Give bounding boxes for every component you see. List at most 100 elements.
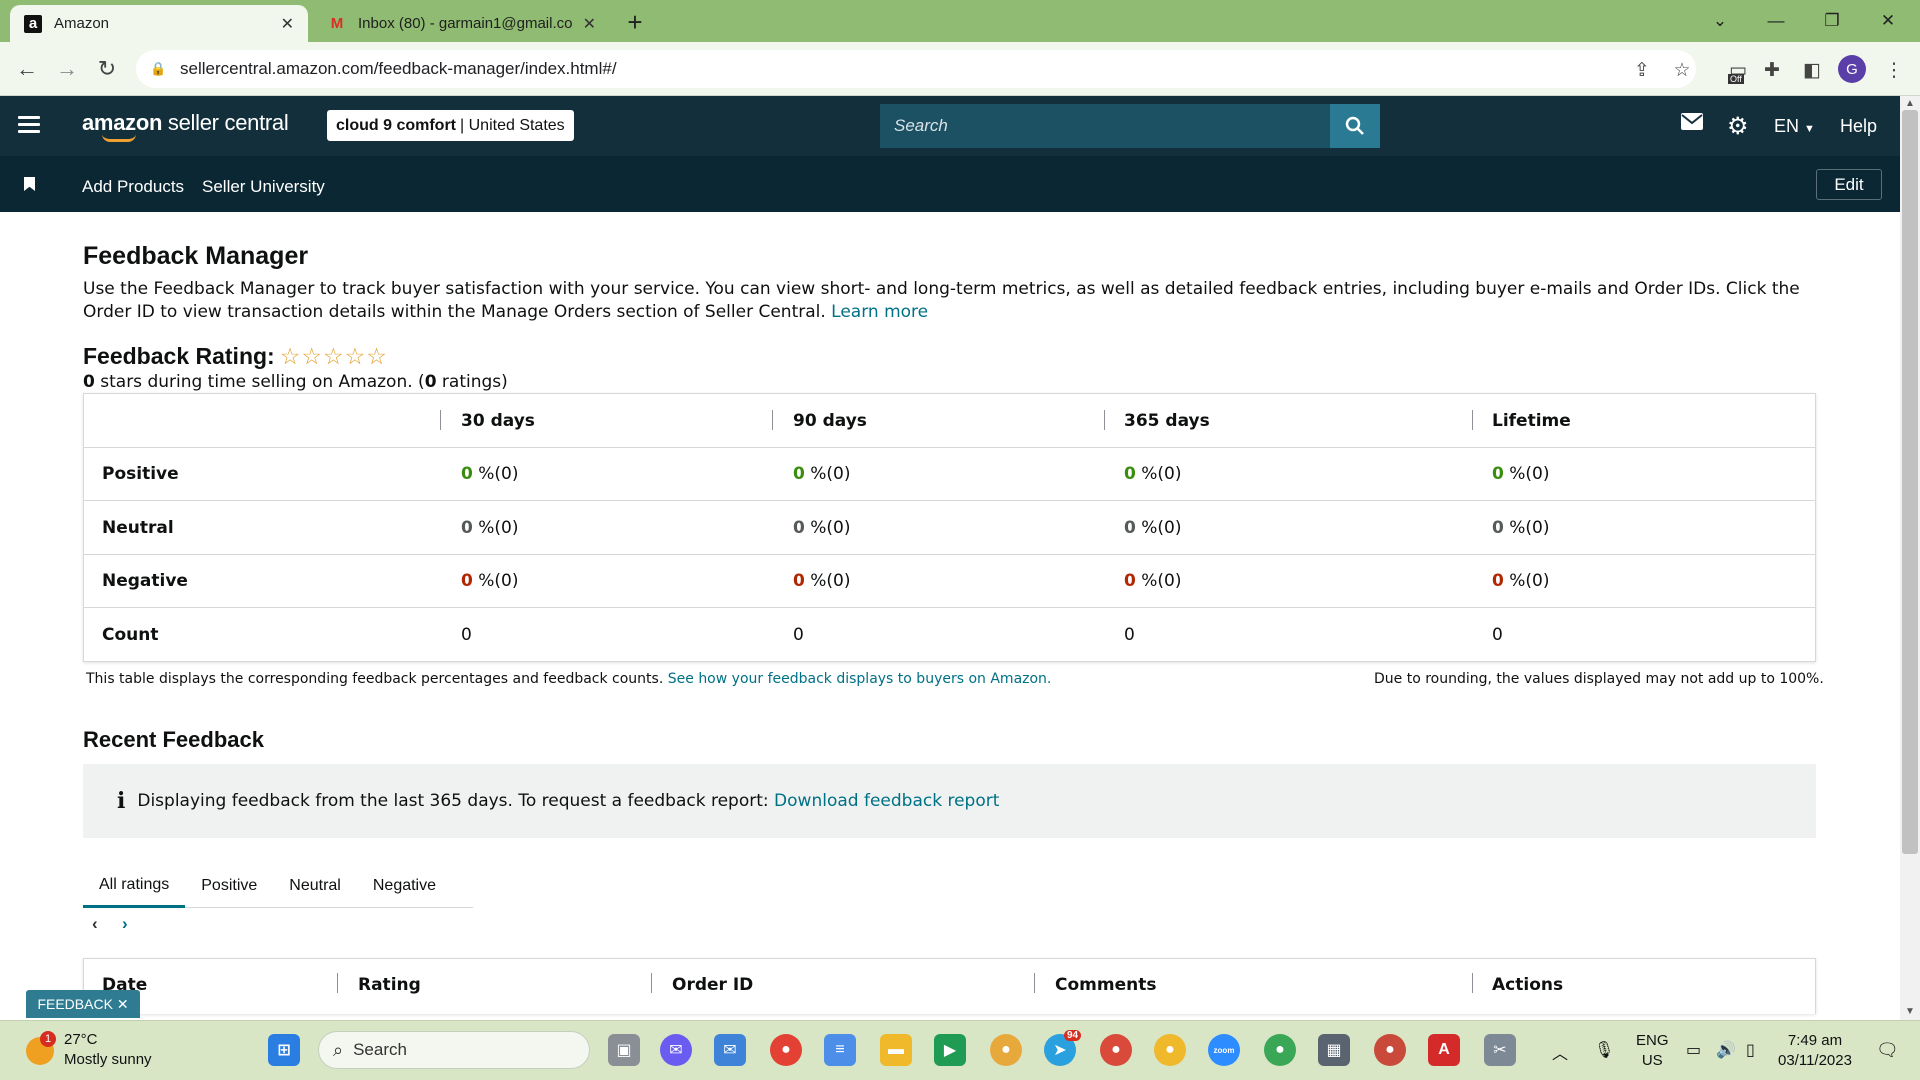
notifications-icon[interactable]: 🗨 [1876, 1040, 1899, 1061]
amazon-favicon-icon: a [24, 14, 42, 33]
tab-negative[interactable]: Negative [357, 864, 452, 908]
snipping-tool-icon[interactable]: ✂ [1484, 1034, 1516, 1066]
profile-avatar[interactable]: G [1838, 55, 1866, 83]
table-cell: 0 %(0) [1492, 517, 1550, 538]
reload-icon[interactable]: ↻ [92, 54, 122, 84]
extension-off-icon[interactable]: Off ▭ [1724, 58, 1752, 84]
close-window-icon[interactable]: ✕ [1860, 0, 1916, 42]
forward-arrow-icon[interactable]: → [52, 54, 82, 84]
tab-search-chevron-icon[interactable]: ⌄ [1692, 0, 1748, 42]
notepad-icon[interactable]: ≡ [824, 1034, 856, 1066]
chrome-profile-icon[interactable]: ● [1264, 1034, 1296, 1066]
chrome-icon[interactable]: ● [770, 1034, 802, 1066]
column-header: Lifetime [1492, 410, 1571, 431]
back-arrow-icon[interactable]: ← [12, 54, 42, 84]
tab-gmail[interactable]: M Inbox (80) - garmain1@gmail.co ✕ [314, 5, 610, 42]
close-tab-icon[interactable]: ✕ [583, 14, 596, 34]
tab-title: Amazon [54, 15, 110, 32]
tab-title: Inbox (80) - garmain1@gmail.co [358, 15, 573, 32]
acrobat-icon[interactable]: A [1428, 1034, 1460, 1066]
url-bar[interactable]: 🔒 sellercentral.amazon.com/feedback-mana… [136, 50, 1696, 88]
task-view-icon[interactable]: ▣ [608, 1034, 640, 1066]
tab-positive[interactable]: Positive [185, 864, 273, 908]
microphone-icon[interactable]: 🎙 [1594, 1040, 1614, 1060]
seller-central-logo[interactable]: amazon seller central [82, 110, 289, 142]
search-button[interactable] [1330, 104, 1380, 148]
table-row-neutral: Neutral 0 %(0) 0 %(0) 0 %(0) 0 %(0) [84, 501, 1815, 555]
rating-filter-tabs: All ratings Positive Neutral Negative [83, 864, 473, 908]
scrollbar-thumb[interactable] [1902, 110, 1918, 854]
previous-page-icon[interactable]: ‹ [92, 914, 98, 934]
rating-stars-icon: ☆☆☆☆☆ [279, 343, 388, 369]
volume-icon[interactable]: 🔊 [1716, 1040, 1736, 1060]
messenger-icon[interactable]: ✉ [660, 1034, 692, 1066]
learn-more-link[interactable]: Learn more [831, 302, 928, 322]
table-cell: 0 %(0) [1492, 571, 1550, 591]
chrome-profile-icon[interactable]: ● [1100, 1034, 1132, 1066]
edit-nav-button[interactable]: Edit [1816, 169, 1882, 200]
table-cell: 0 [1492, 624, 1503, 645]
side-panel-icon[interactable]: ◧ [1800, 58, 1824, 82]
url-text: sellercentral.amazon.com/feedback-manage… [180, 59, 617, 78]
battery-icon[interactable]: ▯ [1746, 1040, 1755, 1060]
header-search[interactable]: Search [880, 104, 1380, 148]
feedback-table: 30 days 90 days 365 days Lifetime Positi… [83, 393, 1816, 662]
table-cell: 0 [1124, 624, 1135, 645]
next-page-icon[interactable]: › [122, 914, 128, 934]
share-icon[interactable]: ⇪ [1630, 58, 1654, 82]
nav-add-products[interactable]: Add Products [82, 177, 184, 197]
file-explorer-icon[interactable]: ▬ [880, 1034, 912, 1066]
table-row-positive: Positive 0 %(0) 0 %(0) 0 %(0) 0 %(0) [84, 448, 1815, 501]
browser-menu-icon[interactable]: ⋮ [1882, 58, 1906, 82]
network-icon[interactable]: ▭ [1686, 1040, 1701, 1060]
close-tab-icon[interactable]: ✕ [281, 14, 294, 34]
calculator-icon[interactable]: ▦ [1318, 1034, 1350, 1066]
taskbar-search[interactable]: ⌕ Search [318, 1031, 590, 1069]
tray-chevron-icon[interactable]: ︿ [1552, 1040, 1568, 1064]
recent-feedback-title: Recent Feedback [83, 727, 264, 752]
language-indicator[interactable]: ENG US [1636, 1031, 1669, 1071]
gmail-favicon-icon: M [330, 15, 344, 32]
table-note: This table displays the corresponding fe… [86, 671, 1052, 687]
store-selector[interactable]: cloud 9 comfort | United States [327, 110, 574, 141]
search-icon [1345, 116, 1364, 135]
nav-seller-university[interactable]: Seller University [202, 177, 325, 197]
feedback-display-link[interactable]: See how your feedback displays to buyers… [668, 671, 1052, 687]
extensions-puzzle-icon[interactable]: ✚ [1760, 58, 1784, 82]
chrome-profile-icon[interactable]: ● [1154, 1034, 1186, 1066]
column-header: Comments [1055, 975, 1157, 995]
scroll-down-icon[interactable]: ▼ [1900, 1004, 1920, 1018]
clock[interactable]: 7:49 am 03/11/2023 [1778, 1031, 1852, 1071]
mail-app-icon[interactable]: ✉ [714, 1034, 746, 1066]
scroll-up-icon[interactable]: ▲ [1900, 96, 1920, 110]
zoom-icon[interactable]: zoom [1208, 1034, 1240, 1066]
minimize-icon[interactable]: — [1748, 0, 1804, 42]
bookmark-star-icon[interactable]: ☆ [1670, 58, 1694, 82]
hamburger-menu-icon[interactable] [18, 116, 40, 134]
meet-icon[interactable]: ▶ [934, 1034, 966, 1066]
download-report-link[interactable]: Download feedback report [774, 791, 999, 811]
tab-amazon[interactable]: a Amazon ✕ [10, 5, 308, 42]
new-tab-icon[interactable]: + [620, 7, 650, 37]
column-header: 30 days [461, 410, 535, 431]
language-selector[interactable]: EN ▼ [1774, 116, 1815, 137]
tab-neutral[interactable]: Neutral [273, 864, 357, 908]
maximize-icon[interactable]: ❐ [1804, 0, 1860, 42]
rounding-note: Due to rounding, the values displayed ma… [1374, 671, 1824, 687]
lock-icon: 🔒 [150, 61, 167, 76]
chrome-active-icon[interactable]: ● [1374, 1034, 1406, 1066]
chrome-profile-icon[interactable]: ● [990, 1034, 1022, 1066]
close-icon[interactable]: ✕ [117, 996, 129, 1013]
column-header: 90 days [793, 410, 867, 431]
feedback-widget-tab[interactable]: FEEDBACK ✕ [26, 990, 140, 1018]
column-header: Order ID [672, 975, 754, 995]
mail-icon[interactable] [1681, 113, 1703, 136]
search-input[interactable]: Search [880, 116, 1330, 136]
column-header: 365 days [1124, 410, 1210, 431]
tab-all-ratings[interactable]: All ratings [83, 864, 186, 908]
windows-start-icon[interactable]: ⊞ [268, 1034, 300, 1066]
help-link[interactable]: Help [1840, 116, 1877, 137]
telegram-icon[interactable]: ➤ 94 [1044, 1030, 1082, 1066]
settings-gear-icon[interactable]: ⚙ [1727, 112, 1749, 141]
recent-feedback-table: Date Rating Order ID Comments Actions [83, 958, 1816, 1014]
